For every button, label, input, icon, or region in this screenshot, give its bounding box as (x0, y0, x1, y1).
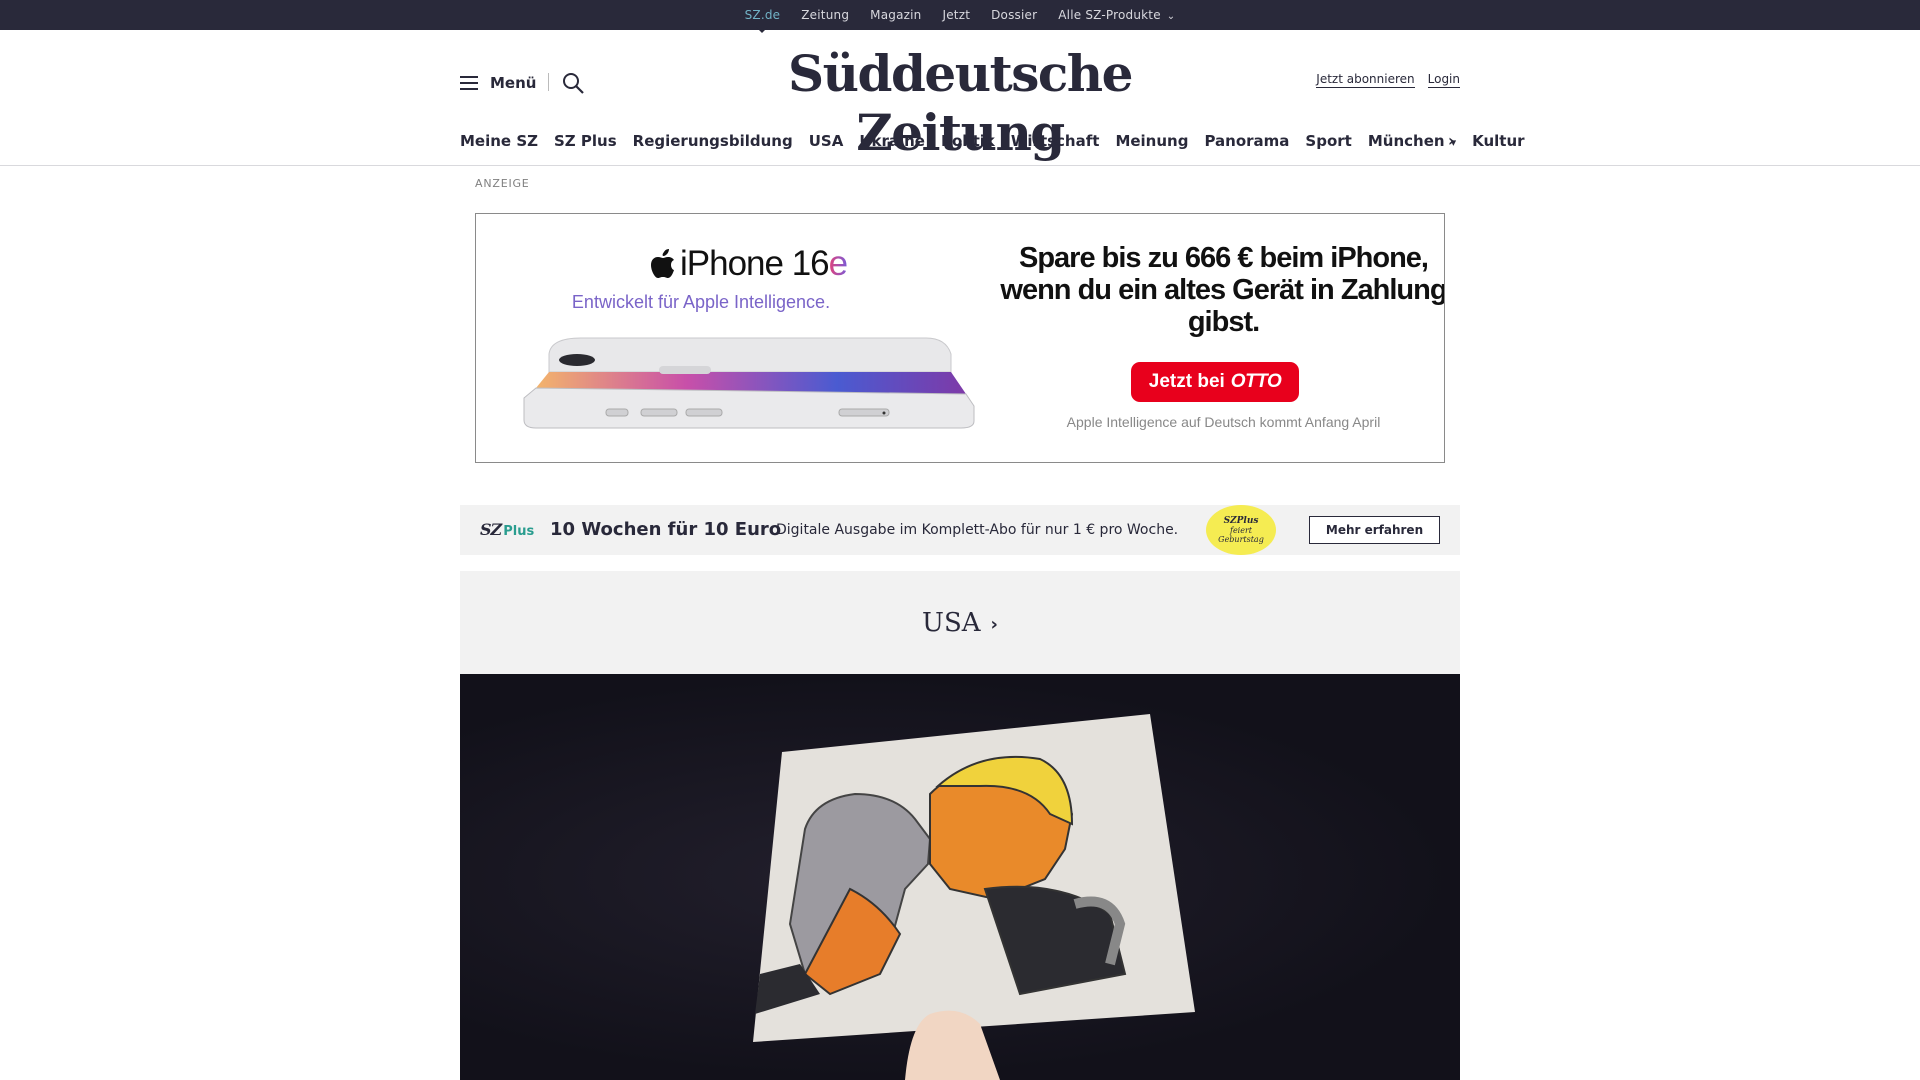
ad-banner[interactable]: iPhone 16e Entwickelt für Apple Intellig… (475, 213, 1445, 463)
service-link-jetzt[interactable]: Jetzt (942, 8, 970, 22)
service-link-zeitung[interactable]: Zeitung (801, 8, 849, 22)
subscription-promo: SZ Plus 10 Wochen für 10 Euro Digitale Au… (460, 505, 1460, 555)
ad-model-base: iPhone 16 (680, 244, 830, 283)
service-link-all-products-label: Alle SZ-Produkte (1058, 8, 1161, 22)
ad-footnote: Apple Intelligence auf Deutsch kommt Anf… (1066, 414, 1381, 430)
ad-headline: Spare bis zu 666 € beim iPhone, wenn du … (1000, 242, 1445, 338)
nav-item-muenchen-label: München (1367, 132, 1445, 150)
nav-item-meine-sz[interactable]: Meine SZ (460, 132, 546, 150)
service-link-magazin[interactable]: Magazin (870, 8, 921, 22)
header-divider (548, 73, 549, 91)
birthday-badge: SZPlus feiert Geburtstag (1206, 505, 1276, 555)
login-link[interactable]: Login (1427, 72, 1460, 88)
iphone-product-image (523, 337, 975, 429)
nav-item-kultur[interactable]: Kultur (1464, 132, 1532, 150)
nav-item-politik[interactable]: Politik (933, 132, 1003, 150)
promo-title: 10 Wochen für 10 Euro (550, 519, 782, 540)
service-link-sz-de[interactable]: SZ.de (745, 8, 781, 33)
nav-item-wirtschaft[interactable]: Wirtschaft (1003, 132, 1108, 150)
nav-item-sz-plus[interactable]: SZ Plus (546, 132, 625, 150)
ad-product-title: iPhone 16e (650, 244, 850, 284)
header-border (0, 165, 1920, 166)
sz-plus-logo: SZ Plus (480, 520, 534, 539)
ad-claim: Entwickelt für Apple Intelligence. (571, 292, 831, 312)
ad-cta-button[interactable]: Jetzt bei OTTO (1131, 362, 1299, 402)
promo-text: Digitale Ausgabe im Komplett-Abo für nur… (776, 522, 1179, 538)
section-header-usa[interactable]: USA › (460, 571, 1460, 674)
account-links: Jetzt abonnieren Login (1316, 72, 1460, 88)
otto-logo: OTTO (1230, 371, 1282, 392)
ad-cta-label: Jetzt bei (1148, 371, 1225, 392)
ad-model-suffix: e (828, 244, 848, 283)
menu-button[interactable]: Menü (460, 72, 536, 94)
menu-label: Menü (490, 74, 537, 92)
nav-item-panorama[interactable]: Panorama (1196, 132, 1297, 150)
protest-drawing-image (753, 714, 1195, 1080)
nav-item-meinung[interactable]: Meinung (1107, 132, 1196, 150)
section-title: USA (922, 607, 981, 638)
sz-plus-logo-base: SZ (480, 520, 502, 539)
ad-model-name: iPhone 16e (680, 244, 848, 284)
teaser-image[interactable] (460, 674, 1460, 1080)
nav-scroll-right-icon[interactable]: › (1448, 131, 1455, 150)
ressort-nav: Meine SZ SZ Plus Regierungsbildung USA U… (460, 130, 1525, 152)
subscribe-link[interactable]: Jetzt abonnieren (1316, 72, 1415, 88)
nav-item-usa[interactable]: USA (801, 132, 852, 150)
badge-line-2: feiert (1229, 525, 1253, 535)
sz-plus-logo-suffix: Plus (503, 524, 535, 539)
badge-line-3: Geburtstag (1218, 534, 1264, 544)
chevron-right-icon: › (990, 614, 998, 635)
nav-item-ukraine[interactable]: Ukraine (851, 132, 933, 150)
nav-item-sport[interactable]: Sport (1297, 132, 1359, 150)
hamburger-icon (460, 76, 478, 90)
service-link-all-products[interactable]: Alle SZ-Produkte ⌄ (1058, 8, 1175, 22)
apple-logo-icon (651, 249, 674, 278)
nav-item-regierungsbildung[interactable]: Regierungsbildung (625, 132, 801, 150)
more-info-button[interactable]: Mehr erfahren (1309, 516, 1440, 544)
search-icon[interactable] (561, 71, 585, 95)
ad-label: ANZEIGE (475, 177, 530, 190)
service-nav: SZ.de Zeitung Magazin Jetzt Dossier Alle… (0, 0, 1920, 33)
service-link-dossier[interactable]: Dossier (991, 8, 1037, 22)
chevron-down-icon: ⌄ (1166, 11, 1176, 22)
badge-line-1: SZPlus (1223, 515, 1259, 526)
